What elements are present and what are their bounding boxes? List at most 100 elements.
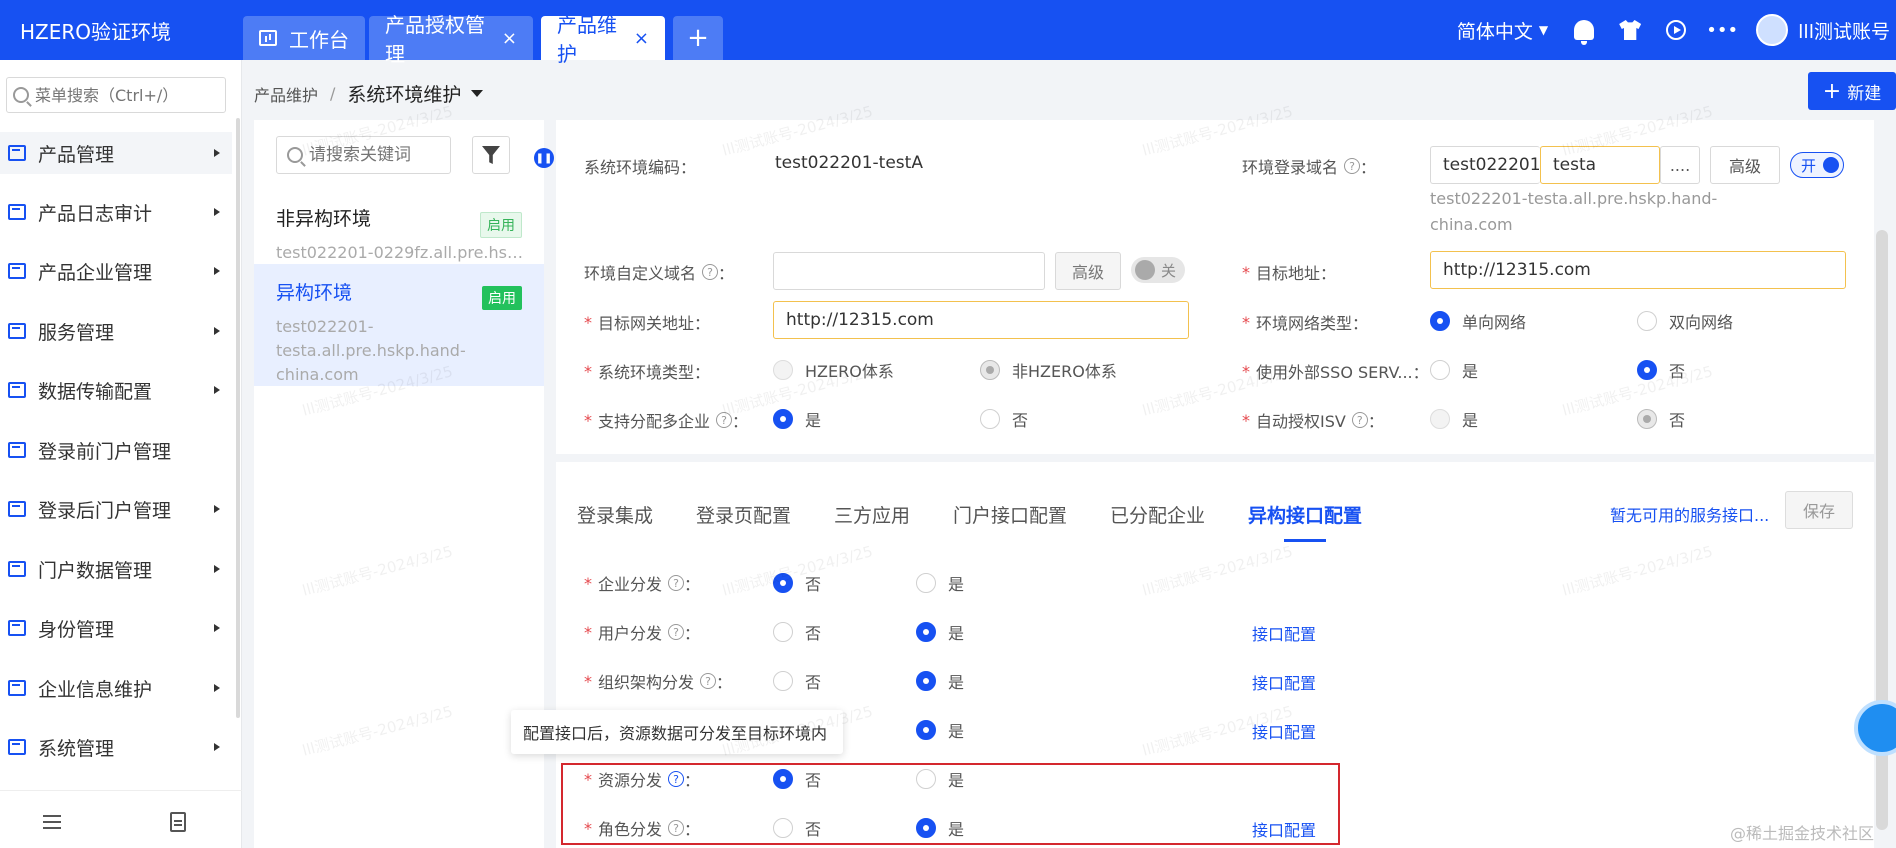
env-search-input[interactable] — [309, 145, 444, 165]
org-dist-no-radio[interactable]: 否 — [773, 669, 821, 693]
theme-button[interactable] — [1618, 18, 1642, 42]
gateway-input[interactable]: http://12315.com — [773, 301, 1189, 339]
tab-assigned-enterprises[interactable]: 已分配企业 — [1110, 501, 1205, 528]
sidebar-item-post-login-portal[interactable]: 登录后门户管理 — [0, 488, 232, 530]
tab-login-page-config[interactable]: 登录页配置 — [696, 501, 791, 528]
caret-down-icon[interactable] — [471, 90, 484, 97]
external-sso-no-radio[interactable]: 否 — [1637, 358, 1685, 382]
tutorial-button[interactable] — [1664, 18, 1688, 42]
target-address-input[interactable]: http://12315.com — [1430, 251, 1846, 289]
sidebar-item-service-management[interactable]: 服务管理 — [0, 310, 232, 352]
menu-search-input[interactable] — [35, 85, 215, 105]
login-domain-label: 环境登录域名?： — [1242, 158, 1377, 177]
code-window-icon — [8, 680, 26, 696]
sidebar-item-data-transfer[interactable]: 数据传输配置 — [0, 369, 232, 411]
network-one-way-radio[interactable]: 单向网络 — [1430, 309, 1526, 333]
breadcrumb: 产品维护 / 系统环境维护 — [254, 80, 484, 107]
collapse-menu-icon[interactable] — [43, 815, 61, 829]
tab-heterogeneous-interface[interactable]: 异构接口配置 — [1248, 501, 1362, 542]
user-dist-config-link[interactable]: 接口配置 — [1252, 621, 1316, 645]
sidebar-item-enterprise-info[interactable]: 企业信息维护 — [0, 667, 232, 709]
sidebar-item-product-log-audit[interactable]: 产品日志审计 — [0, 191, 232, 233]
caret-right-icon — [214, 208, 220, 216]
tab-label: 产品维护 — [557, 13, 617, 66]
dashboard-icon — [259, 30, 277, 46]
breadcrumb-parent[interactable]: 产品维护 — [254, 82, 318, 106]
more-button[interactable]: ••• — [1706, 18, 1738, 42]
tab-workbench[interactable]: 工作台 — [243, 16, 365, 60]
tab-login-integration[interactable]: 登录集成 — [577, 501, 653, 528]
code-label: 系统环境编码： — [584, 158, 697, 177]
search-icon — [13, 87, 29, 103]
sys-env-non-hzero-radio[interactable]: 非HZERO体系 — [980, 358, 1117, 382]
close-icon[interactable]: × — [634, 28, 649, 49]
network-two-way-radio[interactable]: 双向网络 — [1637, 309, 1733, 333]
document-icon[interactable] — [170, 812, 186, 832]
enterprise-dist-label: * 企业分发?： — [584, 573, 701, 595]
sidebar-item-product-management[interactable]: 产品管理 — [0, 132, 232, 174]
tab-product-maintenance[interactable]: 产品维护 × — [541, 13, 665, 66]
sidebar-item-identity[interactable]: 身份管理 — [0, 607, 232, 649]
collapse-panel-icon[interactable]: ❚❚ — [534, 148, 554, 168]
multi-enterprise-yes-radio[interactable]: 是 — [773, 407, 821, 431]
network-type-label: * 环境网络类型： — [1242, 312, 1369, 334]
service-interface-link[interactable]: 暂无可用的服务接口... — [1610, 502, 1769, 526]
tab-third-party-apps[interactable]: 三方应用 — [834, 501, 910, 528]
tab-portal-interface[interactable]: 门户接口配置 — [953, 501, 1067, 528]
custom-domain-label: 环境自定义域名?： — [584, 264, 735, 283]
add-tab-button[interactable]: + — [673, 16, 723, 60]
sidebar-scrollbar[interactable] — [236, 118, 240, 718]
breadcrumb-current[interactable]: 系统环境维护 — [347, 80, 461, 107]
org-dist-yes-radio[interactable]: 是 — [916, 669, 964, 693]
tab-label: 工作台 — [289, 27, 349, 52]
external-sso-yes-radio[interactable]: 是 — [1430, 358, 1478, 382]
row3-config-link[interactable]: 接口配置 — [1252, 719, 1316, 743]
login-domain-switch[interactable]: 开 — [1790, 152, 1844, 178]
row3-yes-radio[interactable]: 是 — [916, 718, 964, 742]
help-icon: ? — [716, 412, 733, 428]
language-selector[interactable]: 简体中文 ▼ — [1457, 17, 1548, 44]
sidebar-item-product-enterprise[interactable]: 产品企业管理 — [0, 250, 232, 292]
save-button[interactable]: 保存 — [1785, 491, 1853, 529]
user-dist-yes-radio[interactable]: 是 — [916, 620, 964, 644]
close-icon[interactable]: × — [502, 28, 517, 49]
login-domain-prefix: test022201- — [1430, 146, 1547, 184]
multi-enterprise-no-radio[interactable]: 否 — [980, 407, 1028, 431]
env-search[interactable] — [276, 136, 451, 174]
login-domain-hint: test022201-testa.all.pre.hskp.hand-china… — [1430, 189, 1718, 234]
sidebar-item-label: 产品管理 — [38, 143, 115, 166]
code-window-icon — [8, 620, 26, 636]
tab-product-authorization[interactable]: 产品授权管理 × — [369, 13, 533, 66]
code-window-icon — [8, 382, 26, 398]
sidebar-item-label: 登录前门户管理 — [38, 440, 172, 463]
env-list-item[interactable]: 异构环境 启用 test022201-testa.all.pre.hskp.ha… — [254, 264, 544, 386]
login-domain-advanced-button[interactable]: 高级 — [1710, 146, 1780, 184]
login-domain-input[interactable]: testa — [1540, 146, 1660, 184]
filter-button[interactable] — [472, 136, 510, 174]
sys-env-hzero-radio[interactable]: HZERO体系 — [773, 358, 894, 382]
env-domain: test022201-0229fz.all.pre.hskp.... — [276, 243, 526, 262]
sidebar-item-pre-login-portal[interactable]: 登录前门户管理 — [0, 429, 232, 471]
avatar[interactable] — [1756, 14, 1789, 46]
user-name[interactable]: lll测试账号 — [1798, 17, 1890, 44]
user-dist-no-radio[interactable]: 否 — [773, 620, 821, 644]
external-sso-label: * 使用外部SSO SERV...： — [1242, 361, 1429, 383]
notification-button[interactable] — [1572, 18, 1596, 45]
custom-domain-input[interactable] — [773, 252, 1045, 290]
help-icon: ? — [668, 624, 685, 640]
status-badge: 启用 — [482, 286, 522, 310]
org-dist-config-link[interactable]: 接口配置 — [1252, 670, 1316, 694]
enterprise-dist-yes-radio[interactable]: 是 — [916, 571, 964, 595]
sidebar-item-portal-data[interactable]: 门户数据管理 — [0, 548, 232, 590]
custom-domain-switch[interactable]: 关 — [1131, 257, 1185, 283]
menu-search[interactable] — [6, 77, 226, 113]
login-domain-more-button[interactable]: .... — [1660, 146, 1700, 184]
custom-domain-advanced-button[interactable]: 高级 — [1055, 252, 1121, 290]
app-brand: HZERO验证环境 — [20, 20, 172, 44]
sidebar-item-system-management[interactable]: 系统管理 — [0, 726, 232, 768]
auto-isv-yes-radio[interactable]: 是 — [1430, 407, 1478, 431]
gateway-label: * 目标网关地址： — [584, 312, 711, 334]
enterprise-dist-no-radio[interactable]: 否 — [773, 571, 821, 595]
auto-isv-no-radio[interactable]: 否 — [1637, 407, 1685, 431]
new-button[interactable]: + 新建 — [1808, 72, 1896, 110]
